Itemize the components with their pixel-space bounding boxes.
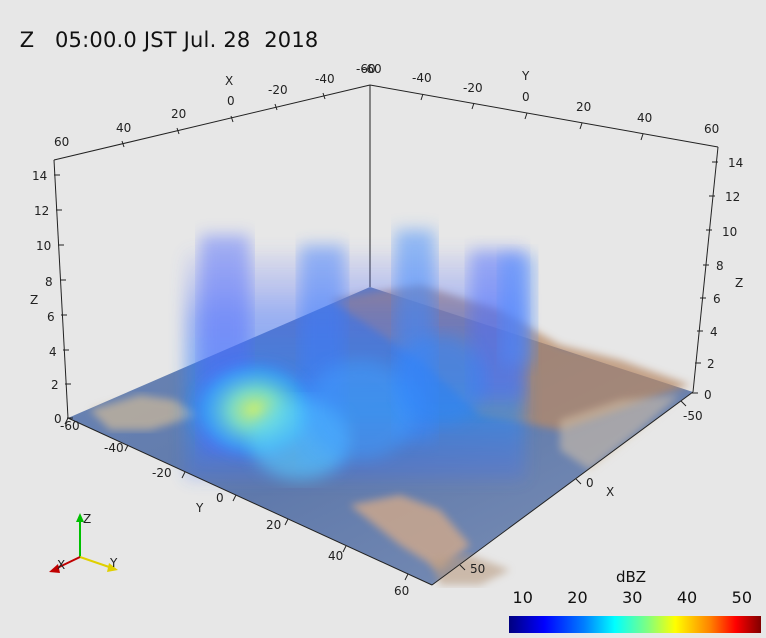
z-tick: 2: [707, 357, 715, 371]
colorbar-tick: 40: [676, 588, 698, 607]
colorbar-tick: 30: [622, 588, 643, 607]
y-tick: 60: [704, 122, 719, 136]
z-tick: 4: [710, 325, 718, 339]
y-tick: -40: [412, 71, 432, 85]
colorbar-title: dBZ: [616, 568, 647, 586]
z-tick: 4: [49, 345, 57, 359]
z-tick: 6: [713, 292, 721, 306]
colorbar-tick-labels: 10 20 30 40 50: [500, 588, 762, 608]
colorbar-tick: 50: [731, 588, 752, 607]
top-right-y-tick-labels: -60 -40 -20 0 20 40 60 Y: [362, 62, 719, 136]
y-tick: 40: [328, 549, 343, 563]
y-tick: -40: [104, 441, 124, 455]
top-left-x-tick-labels: 60 40 20 0 -20 -40 -60 X: [54, 62, 376, 149]
x-tick: 50: [470, 562, 485, 576]
bottom-x-axis-label: X: [606, 485, 614, 499]
z-tick: 8: [45, 275, 53, 289]
y-tick: 0: [522, 90, 530, 104]
top-right-y-axis: [420, 93, 644, 141]
y-tick: 60: [394, 584, 409, 598]
x-tick: 0: [586, 476, 594, 490]
z-tick: 12: [725, 190, 740, 204]
x-tick: 40: [116, 121, 131, 135]
z-tick: 8: [716, 259, 724, 273]
y-direction-arrow: [79, 556, 113, 569]
x-tick: -20: [268, 83, 288, 97]
left-z-axis-label: Z: [30, 293, 38, 307]
x-tick: 20: [171, 107, 186, 121]
3d-radar-view[interactable]: 14 12 10 8 6 4 2 0 Z 14 12 10 8 6 4 2 0 …: [0, 0, 766, 638]
y-tick: -20: [463, 81, 483, 95]
top-right-axis-label: Y: [521, 69, 530, 83]
z-tick: 10: [722, 225, 737, 239]
y-tick: -60: [60, 419, 80, 433]
bottom-y-axis-label: Y: [195, 501, 204, 515]
y-tick: 20: [576, 100, 591, 114]
y-tick: 20: [266, 518, 281, 532]
z-tick: 10: [36, 239, 51, 253]
x-tick: -40: [315, 72, 335, 86]
z-tick: 2: [51, 378, 59, 392]
orientation-x-label: X: [57, 558, 65, 572]
x-tick: 60: [54, 135, 69, 149]
right-z-tick-labels: 14 12 10 8 6 4 2 0 Z: [704, 156, 743, 402]
z-tick: 6: [47, 310, 55, 324]
y-tick: -60: [362, 62, 382, 76]
z-tick: 14: [728, 156, 743, 170]
colorbar-tick: 10: [512, 588, 533, 607]
top-left-axis-label: X: [225, 74, 233, 88]
orientation-z-label: Z: [83, 512, 91, 526]
y-tick: 0: [216, 491, 224, 505]
z-tick: 12: [34, 204, 49, 218]
radar-echo-volume: [185, 230, 535, 480]
y-tick: -20: [152, 466, 172, 480]
z-tick: 14: [32, 169, 47, 183]
colorbar: [509, 616, 761, 633]
y-tick: 40: [637, 111, 652, 125]
z-tick: 0: [704, 388, 712, 402]
orientation-y-label: Y: [109, 556, 118, 570]
right-z-axis-label: Z: [735, 276, 743, 290]
x-tick: -50: [683, 409, 703, 423]
colorbar-tick: 20: [567, 588, 588, 607]
orientation-axes-widget[interactable]: Z Y X: [49, 512, 118, 573]
x-tick: 0: [227, 94, 235, 108]
